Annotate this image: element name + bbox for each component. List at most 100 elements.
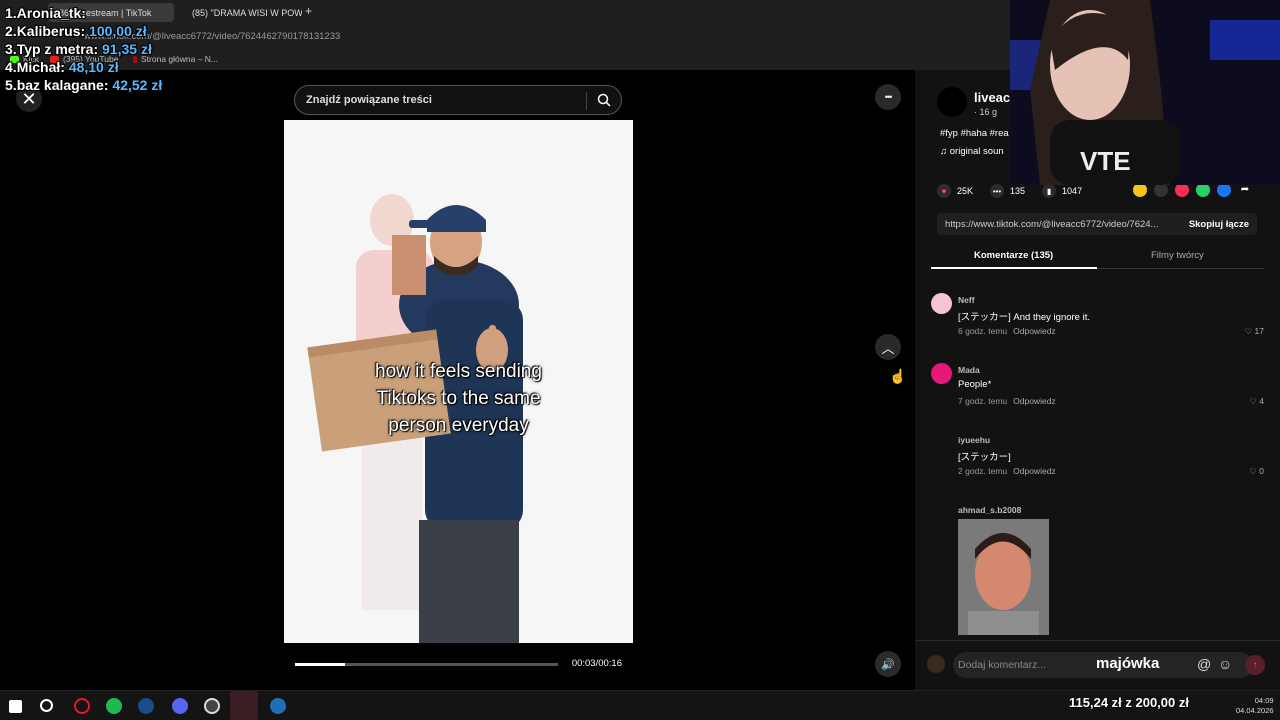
- avatar[interactable]: [931, 293, 952, 314]
- comment-tabs: Komentarze (135) Filmy twórcy: [931, 247, 1264, 269]
- donation-row: 4.Michał: 48,10 zł: [5, 59, 119, 75]
- donation-row: 2.Kaliberus: 100,00 zł: [5, 23, 147, 39]
- opera-active-icon[interactable]: [230, 691, 258, 720]
- active-tab-indicator: [931, 267, 1097, 269]
- facebook-icon[interactable]: [1217, 183, 1231, 197]
- comment-count: 135: [1010, 186, 1026, 196]
- donation-ranking: 1.Aronia_tk: 2.Kaliberus: 100,00 zł 3.Ty…: [5, 4, 162, 94]
- comment-stat[interactable]: ••• 135: [990, 184, 1025, 198]
- comment-username[interactable]: Mada: [958, 365, 980, 375]
- previous-video-button[interactable]: ︿: [875, 334, 901, 360]
- send-icon[interactable]: [1175, 183, 1189, 197]
- video-controls: 00:03/00:16: [284, 643, 633, 690]
- spotify-icon[interactable]: [106, 698, 122, 714]
- heart-outline-icon: ♡: [1249, 396, 1260, 406]
- comment-like[interactable]: ♡ 17: [1245, 326, 1264, 337]
- comment-text: People*: [958, 379, 992, 390]
- reply-button[interactable]: Odpowiedz: [1013, 396, 1056, 406]
- time-display: 00:03/00:16: [571, 658, 622, 669]
- save-count: 1047: [1062, 186, 1083, 196]
- comment-composer: Dodaj komentarz... majówka @ ☺ ↑: [915, 640, 1280, 690]
- share-arrow-icon[interactable]: ➦: [1238, 183, 1252, 197]
- donation-row: 1.Aronia_tk:: [5, 5, 86, 21]
- reply-button[interactable]: Odpowiedz: [1013, 326, 1056, 336]
- taskbar: 115,24 zł z 200,00 zł 04:09 04.04.2026: [0, 690, 1280, 720]
- tab-drama[interactable]: (85) "DRAMA WISI W POW: [178, 3, 302, 22]
- repost-icon[interactable]: [1133, 183, 1147, 197]
- comment-text: [ステッカー] And they ignore it.: [958, 312, 1090, 323]
- progress-bar[interactable]: [295, 663, 558, 666]
- comment-like[interactable]: ♡ 4: [1249, 396, 1264, 407]
- tab-label: (85) "DRAMA WISI W POW: [192, 7, 302, 18]
- sound-name: original soun: [949, 146, 1004, 157]
- copy-link-row: https://www.tiktok.com/@liveacc6772/vide…: [937, 213, 1257, 235]
- system-clock[interactable]: 04:09 04.04.2026: [1236, 696, 1274, 716]
- donation-row: 5.baz kalagane: 42,52 zł: [5, 77, 163, 93]
- mention-icon[interactable]: @: [1197, 656, 1211, 672]
- video-frame[interactable]: how it feels sending Tiktoks to the same…: [284, 120, 633, 643]
- author-avatar[interactable]: [937, 87, 967, 117]
- comment-username[interactable]: Neff: [958, 295, 975, 305]
- like-count: 4: [1259, 396, 1264, 406]
- copy-link-button[interactable]: Skopiuj łącze: [1189, 219, 1249, 230]
- comment-item: ahmad_s.b2008: [931, 503, 1264, 640]
- heart-icon: ♥: [937, 184, 951, 198]
- steam-icon[interactable]: [270, 698, 286, 714]
- caption-line: Tiktoks to the same: [376, 388, 541, 409]
- author-subtitle: · 16 g: [974, 107, 998, 117]
- tab-creator-videos[interactable]: Filmy twórcy: [1151, 250, 1204, 261]
- streamer-camera-image: VTE: [1010, 0, 1280, 185]
- comment-placeholder: Dodaj komentarz...: [958, 659, 1047, 671]
- like-stat[interactable]: ♥ 25K: [937, 184, 973, 198]
- comment-meta: 2 godz. temu Odpowiedz: [958, 466, 1056, 476]
- comment-username[interactable]: iyueehu: [958, 435, 990, 445]
- discord-icon[interactable]: [172, 698, 188, 714]
- video-description: #fyp #haha #rea: [940, 128, 1009, 139]
- avatar[interactable]: [931, 503, 952, 524]
- hand-cursor-icon: ☝: [889, 368, 907, 384]
- comment-input[interactable]: Dodaj komentarz... majówka @ ☺: [953, 652, 1253, 678]
- embed-icon[interactable]: [1154, 183, 1168, 197]
- clock-date: 04.04.2026: [1236, 706, 1274, 715]
- avatar[interactable]: [931, 363, 952, 384]
- comment-username[interactable]: ahmad_s.b2008: [958, 505, 1021, 515]
- caption-line: person everyday: [388, 415, 529, 436]
- avatar[interactable]: [931, 433, 952, 454]
- shirt-print: VTE: [1080, 146, 1131, 176]
- search-icon[interactable]: [40, 699, 53, 712]
- donation-row: 3.Typ z metra: 91,35 zł: [5, 41, 152, 57]
- webcam-overlay: VTE: [1010, 0, 1280, 185]
- clock-time: 04:09: [1254, 696, 1274, 705]
- comment-icon: •••: [990, 184, 1005, 198]
- search-divider: [586, 92, 587, 110]
- steam-icon[interactable]: [138, 698, 154, 714]
- video-link[interactable]: https://www.tiktok.com/@liveacc6772/vide…: [945, 219, 1158, 230]
- send-button[interactable]: ↑: [1245, 655, 1265, 675]
- sound-row[interactable]: ♫ original soun: [940, 146, 1004, 157]
- video-caption: how it feels sending Tiktoks to the same…: [284, 358, 633, 439]
- my-avatar: [927, 655, 945, 673]
- comment-text: [ステッカー]: [958, 452, 1011, 463]
- stream-overlay-text: majówka: [1096, 655, 1160, 672]
- save-stat[interactable]: ▮ 1047: [1042, 184, 1082, 198]
- comment-item: iyueehu [ステッカー] 2 godz. temu Odpowiedz ♡ …: [931, 433, 1264, 483]
- opera-gx-icon[interactable]: [74, 698, 90, 714]
- more-options-button[interactable]: •••: [875, 84, 901, 110]
- like-count: 25K: [957, 186, 974, 196]
- related-search-input[interactable]: Znajdź powiązane treści: [294, 85, 622, 115]
- caption-line: how it feels sending: [375, 361, 542, 382]
- comment-like[interactable]: ♡ 0: [1249, 466, 1264, 477]
- new-tab-button[interactable]: +: [305, 4, 312, 18]
- obs-icon[interactable]: [204, 698, 220, 714]
- comment-item: Mada People* 7 godz. temu Odpowiedz ♡ 4: [931, 363, 1264, 413]
- like-count: 0: [1259, 466, 1264, 476]
- reply-button[interactable]: Odpowiedz: [1013, 466, 1056, 476]
- tab-comments[interactable]: Komentarze (135): [974, 250, 1053, 261]
- windows-start-icon[interactable]: [9, 700, 22, 713]
- search-icon[interactable]: [597, 93, 611, 107]
- sticker-image: [958, 519, 1049, 635]
- share-buttons: ➦: [1133, 183, 1259, 197]
- emoji-icon[interactable]: ☺: [1218, 656, 1232, 672]
- volume-button[interactable]: 🔊: [875, 651, 901, 677]
- whatsapp-icon[interactable]: [1196, 183, 1210, 197]
